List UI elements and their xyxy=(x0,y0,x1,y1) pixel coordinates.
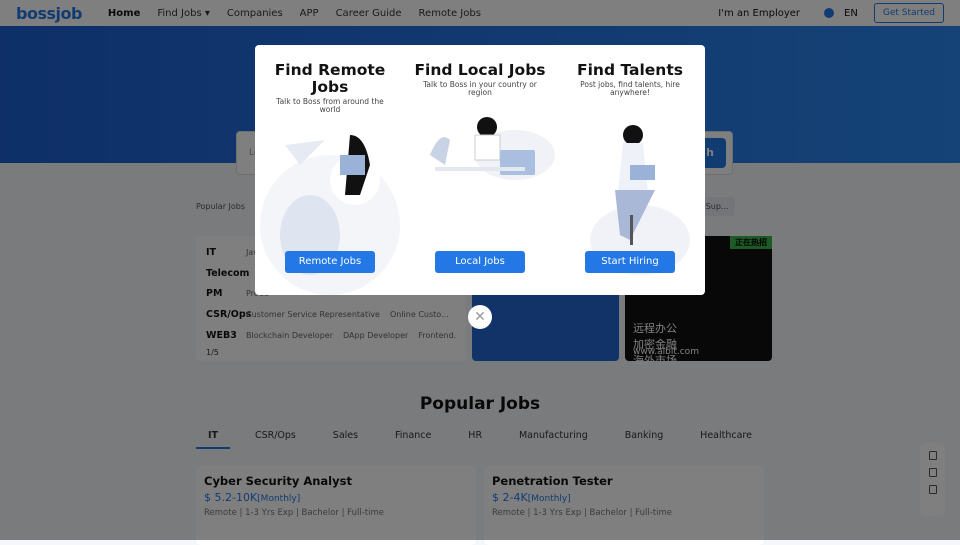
local-jobs-button[interactable]: Local Jobs xyxy=(435,251,525,273)
find-talents-option: Find Talents Post jobs, find talents, hi… xyxy=(555,45,705,295)
choice-modal: Find Remote Jobs Talk to Boss from aroun… xyxy=(255,45,705,295)
local-work-illustration xyxy=(430,117,555,180)
option-description: Talk to Boss in your country or region xyxy=(423,80,537,97)
start-hiring-button[interactable]: Start Hiring xyxy=(585,251,675,273)
option-title: Find Local Jobs xyxy=(414,61,546,79)
remote-jobs-option: Find Remote Jobs Talk to Boss from aroun… xyxy=(255,45,405,295)
option-title: Find Remote Jobs xyxy=(274,61,386,96)
option-description: Post jobs, find talents, hire anywhere! xyxy=(580,80,680,97)
option-title: Find Talents xyxy=(577,61,683,79)
remote-jobs-button[interactable]: Remote Jobs xyxy=(285,251,375,273)
local-jobs-option: Find Local Jobs Talk to Boss in your cou… xyxy=(405,45,555,295)
option-description: Talk to Boss from around the world xyxy=(276,97,384,114)
close-icon[interactable]: ✕ xyxy=(468,305,492,329)
